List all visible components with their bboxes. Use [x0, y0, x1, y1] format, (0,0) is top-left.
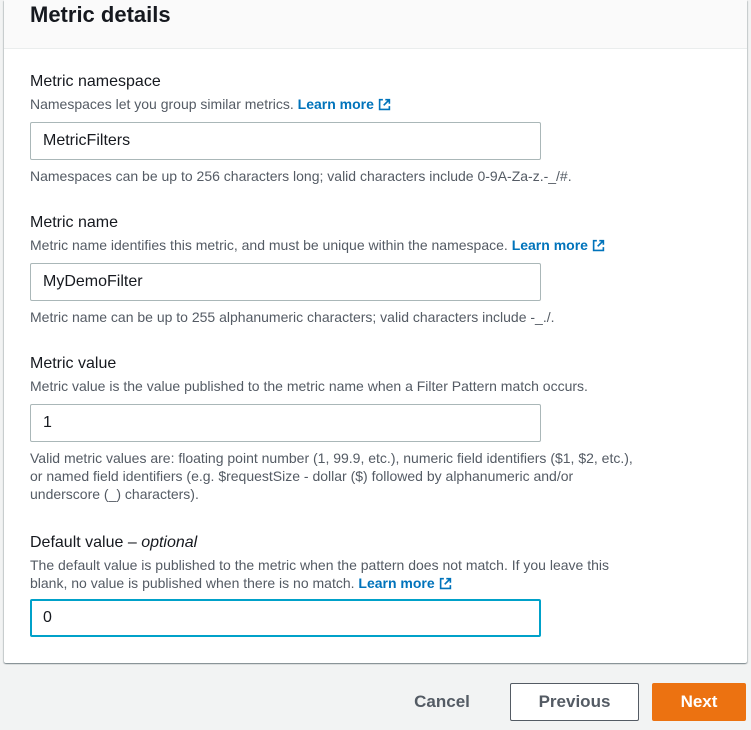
namespace-learn-more-link[interactable]: Learn more	[298, 96, 391, 112]
cancel-button[interactable]: Cancel	[395, 683, 489, 721]
metric-name-input[interactable]	[30, 263, 541, 301]
next-button[interactable]: Next	[652, 683, 746, 721]
metric-value-label: Metric value	[30, 355, 117, 372]
metric-details-panel: Metric details Metric namespace Namespac…	[4, 0, 747, 663]
default-value-description: The default value is published to the me…	[30, 557, 610, 591]
external-link-icon	[378, 98, 391, 111]
metric-value-field: Metric value Metric value is the value p…	[30, 354, 730, 503]
metric-name-label: Metric name	[30, 214, 119, 231]
previous-button[interactable]: Previous	[510, 683, 639, 721]
namespace-field: Metric namespace Namespaces let you grou…	[30, 72, 730, 185]
namespace-description: Namespaces let you group similar metrics…	[30, 95, 730, 113]
namespace-constraint: Namespaces can be up to 256 characters l…	[30, 168, 572, 184]
default-value-input[interactable]	[30, 599, 541, 637]
panel-header: Metric details	[4, 0, 747, 49]
external-link-icon	[439, 577, 451, 590]
panel-title: Metric details	[30, 2, 171, 27]
metric-name-learn-more-link[interactable]: Learn more	[512, 237, 605, 253]
external-link-icon	[592, 239, 605, 252]
metric-value-description: Metric value is the value published to t…	[30, 378, 588, 394]
namespace-label: Metric namespace	[30, 73, 161, 90]
metric-value-input[interactable]	[30, 404, 541, 442]
metric-value-constraint: Valid metric values are: floating point …	[30, 450, 633, 502]
metric-name-constraint: Metric name can be up to 255 alphanumeri…	[30, 309, 555, 325]
default-value-learn-more-link[interactable]: Learn more	[358, 575, 451, 591]
metric-name-description: Metric name identifies this metric, and …	[30, 236, 730, 254]
default-value-field: Default value – optional The default val…	[30, 533, 730, 637]
default-value-label: Default value – optional	[30, 534, 198, 551]
wizard-footer: Cancel Previous Next	[0, 663, 751, 730]
metric-name-field: Metric name Metric name identifies this …	[30, 213, 730, 326]
namespace-input[interactable]	[30, 122, 541, 160]
